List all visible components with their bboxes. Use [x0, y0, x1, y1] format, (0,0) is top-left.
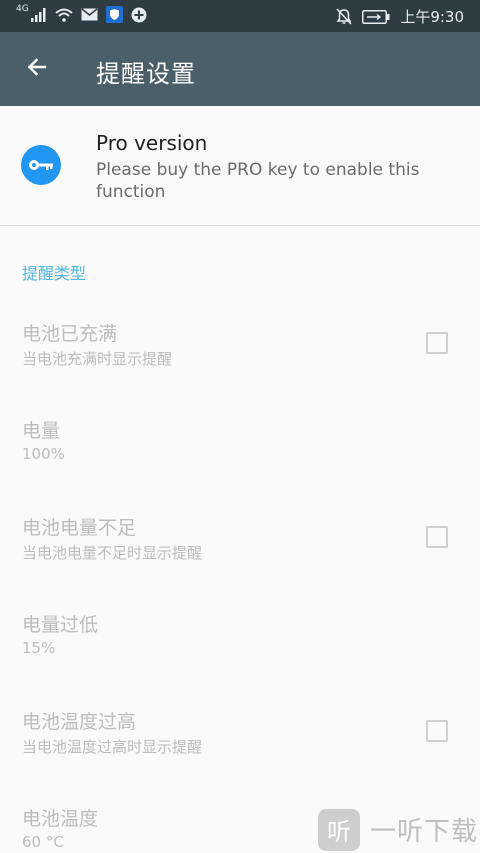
app-bar: 提醒设置	[0, 32, 480, 106]
pref-summary: 100%	[22, 445, 65, 463]
pref-title: 电池已充满	[22, 323, 118, 345]
pref-title: 电量	[22, 420, 61, 442]
divider	[0, 225, 480, 226]
section-header-reminder-types: 提醒类型	[22, 264, 87, 283]
pref-charge-too-low[interactable]: 电量过低 15%	[0, 588, 480, 684]
key-icon	[21, 145, 61, 185]
battery-charging-icon	[362, 9, 390, 24]
pref-battery-full[interactable]: 电池已充满 当电池充满时显示提醒	[0, 297, 480, 393]
pref-title: 电池温度	[22, 808, 99, 830]
pref-summary: 当电池充满时显示提醒	[22, 350, 173, 368]
pro-version-title: Pro version	[96, 131, 208, 155]
pref-summary: 当电池电量不足时显示提醒	[22, 544, 203, 562]
plus-circle-icon	[131, 7, 147, 23]
pref-charge-level[interactable]: 电量 100%	[0, 394, 480, 490]
pref-summary: 15%	[22, 639, 56, 657]
status-bar: 4G 上午9:30	[0, 0, 480, 32]
pref-title: 电池电量不足	[22, 517, 137, 539]
shield-icon	[105, 6, 123, 23]
status-time: 上午9:30	[400, 8, 464, 26]
watermark-logo: 听	[318, 808, 360, 851]
status-bar-right: 上午9:30	[336, 6, 464, 27]
watermark: 听 一听下载	[318, 806, 480, 853]
watermark-text: 一听下载	[370, 817, 479, 847]
pref-battery-low[interactable]: 电池电量不足 当电池电量不足时显示提醒	[0, 491, 480, 587]
pref-summary: 60 °C	[22, 833, 64, 851]
notifications-off-icon	[336, 8, 352, 25]
status-bar-left: 4G	[16, 3, 147, 23]
battery-full-checkbox[interactable]	[426, 332, 448, 354]
network-type-label: 4G	[16, 3, 29, 14]
mail-icon	[81, 8, 98, 21]
signal-icon	[30, 7, 47, 22]
page-title: 提醒设置	[96, 60, 196, 88]
arrow-left-icon	[25, 55, 49, 83]
pref-title: 电量过低	[22, 614, 99, 636]
wifi-icon	[55, 8, 73, 22]
pref-summary: 当电池温度过高时显示提醒	[22, 738, 203, 756]
battery-temp-high-checkbox[interactable]	[426, 720, 448, 742]
back-button[interactable]	[14, 46, 60, 92]
pref-battery-temp-high[interactable]: 电池温度过高 当电池温度过高时显示提醒	[0, 685, 480, 781]
battery-low-checkbox[interactable]	[426, 526, 448, 548]
pref-title: 电池温度过高	[22, 711, 137, 733]
pro-version-description: Please buy the PRO key to enable this fu…	[96, 160, 420, 202]
